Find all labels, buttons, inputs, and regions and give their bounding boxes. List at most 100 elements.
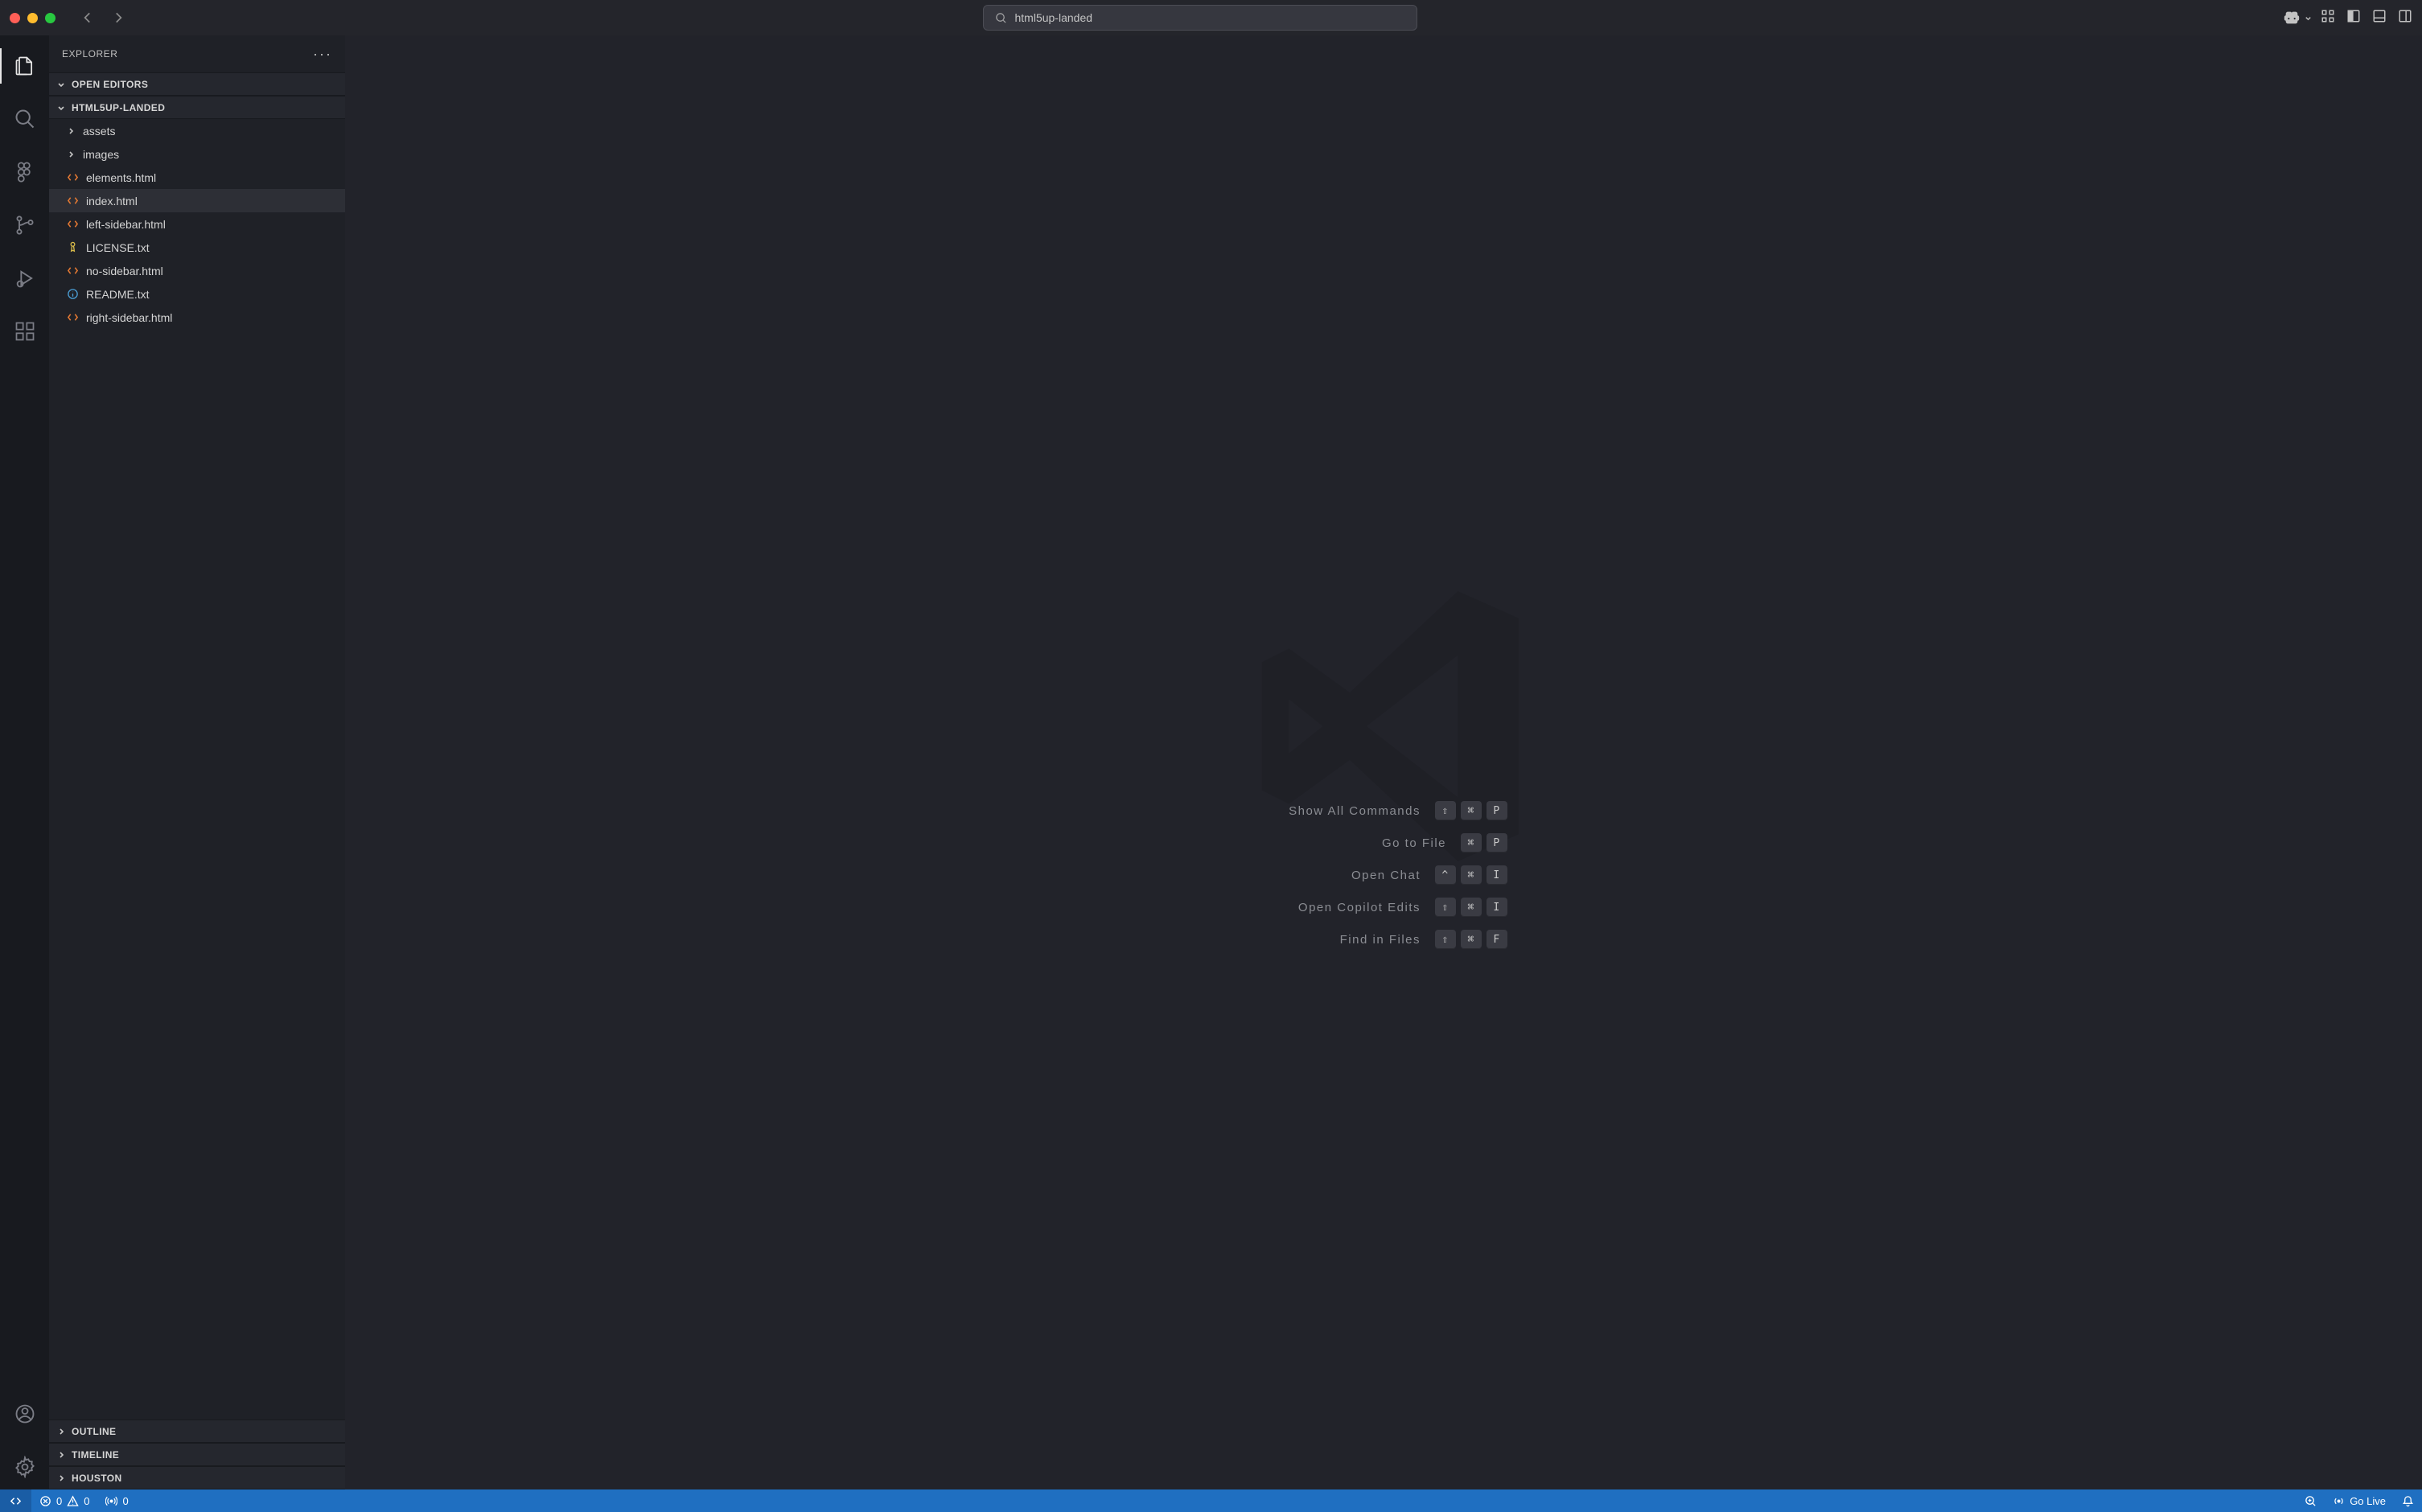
key-cap: ⌘: [1461, 801, 1482, 820]
sidebar-title: EXPLORER: [62, 48, 117, 60]
chevron-right-icon: [56, 1449, 67, 1461]
file-label: right-sidebar.html: [86, 311, 172, 324]
chevron-right-icon: [56, 1426, 67, 1437]
window-controls: [10, 13, 56, 23]
activity-bar: [0, 35, 49, 1489]
key-cap: ⇧: [1435, 898, 1456, 917]
broadcast-icon: [2333, 1495, 2345, 1507]
file-elements-html[interactable]: elements.html: [49, 166, 345, 189]
sidebar-header: EXPLORER ···: [49, 35, 345, 72]
shortcut-keys: ⇧⌘P: [1435, 801, 1507, 820]
key-file-icon: [65, 241, 80, 253]
extensions-icon: [14, 320, 36, 343]
chevron-down-icon: [56, 79, 67, 90]
remote-indicator[interactable]: [0, 1489, 31, 1512]
key-cap: I: [1487, 865, 1507, 885]
golive-label: Go Live: [2350, 1495, 2386, 1507]
file-right-sidebar-html[interactable]: right-sidebar.html: [49, 306, 345, 329]
status-golive[interactable]: Go Live: [2325, 1489, 2394, 1512]
html-file-icon: [65, 218, 80, 230]
key-cap: P: [1487, 833, 1507, 853]
minimize-window-button[interactable]: [27, 13, 38, 23]
activity-source-control[interactable]: [0, 203, 49, 248]
key-cap: ^: [1435, 865, 1456, 885]
file-no-sidebar-html[interactable]: no-sidebar.html: [49, 259, 345, 282]
warning-count: 0: [84, 1495, 89, 1507]
status-notifications[interactable]: [2394, 1489, 2422, 1512]
section-project[interactable]: HTML5UP-LANDED: [49, 96, 345, 119]
file-index-html[interactable]: index.html: [49, 189, 345, 212]
file-README-txt[interactable]: README.txt: [49, 282, 345, 306]
status-problems[interactable]: 0 0: [31, 1489, 97, 1512]
debug-icon: [14, 267, 36, 290]
nav-back-button[interactable]: [80, 10, 96, 26]
sidebar-more-button[interactable]: ···: [313, 46, 332, 63]
chevron-down-icon: [2304, 14, 2313, 23]
folder-label: assets: [83, 125, 115, 138]
key-cap: ⌘: [1461, 930, 1482, 949]
toggle-secondary-sidebar-button[interactable]: [2398, 9, 2412, 27]
search-text: html5up-landed: [1015, 11, 1093, 24]
nav-arrows: [80, 10, 126, 26]
bell-icon: [2402, 1495, 2414, 1507]
folder-images[interactable]: images: [49, 142, 345, 166]
section-label: OPEN EDITORS: [72, 79, 148, 90]
source-control-icon: [14, 214, 36, 236]
close-window-button[interactable]: [10, 13, 20, 23]
activity-accounts[interactable]: [0, 1391, 49, 1436]
html-file-icon: [65, 265, 80, 277]
section-outline[interactable]: OUTLINE: [49, 1420, 345, 1443]
section-open-editors[interactable]: OPEN EDITORS: [49, 72, 345, 96]
activity-explorer[interactable]: [0, 43, 49, 88]
copilot-icon: [2283, 9, 2301, 27]
status-feedback[interactable]: [2297, 1489, 2325, 1512]
command-center-search[interactable]: html5up-landed: [983, 5, 1417, 31]
status-bar: 0 0 0 Go Live: [0, 1489, 2422, 1512]
shortcut-row: Go to File ⌘P: [1260, 833, 1507, 853]
toggle-primary-sidebar-button[interactable]: [2346, 9, 2361, 27]
layout-customize-button[interactable]: [2321, 9, 2335, 27]
section-label: OUTLINE: [72, 1426, 116, 1437]
status-ports[interactable]: 0: [97, 1489, 136, 1512]
file-label: left-sidebar.html: [86, 218, 166, 231]
copilot-menu[interactable]: [2283, 9, 2313, 27]
info-file-icon: [65, 288, 80, 300]
gear-icon: [14, 1456, 36, 1478]
chevron-right-icon: [56, 1473, 67, 1484]
file-label: index.html: [86, 195, 138, 207]
chevron-right-icon: [65, 126, 76, 136]
shortcut-label: Go to File: [1285, 836, 1446, 850]
key-cap: ⌘: [1461, 898, 1482, 917]
toggle-panel-button[interactable]: [2372, 9, 2387, 27]
remote-icon: [10, 1495, 22, 1507]
shortcut-row: Find in Files⇧⌘F: [1260, 930, 1507, 949]
key-cap: F: [1487, 930, 1507, 949]
section-timeline[interactable]: TIMELINE: [49, 1443, 345, 1466]
shortcut-label: Open Copilot Edits: [1260, 901, 1421, 914]
zoom-icon: [2305, 1495, 2317, 1507]
file-left-sidebar-html[interactable]: left-sidebar.html: [49, 212, 345, 236]
activity-settings[interactable]: [0, 1444, 49, 1489]
section-houston[interactable]: HOUSTON: [49, 1466, 345, 1489]
file-label: elements.html: [86, 171, 156, 184]
file-LICENSE-txt[interactable]: LICENSE.txt: [49, 236, 345, 259]
shortcut-row: Show All Commands⇧⌘P: [1260, 801, 1507, 820]
search-icon: [14, 108, 36, 130]
activity-extensions[interactable]: [0, 309, 49, 354]
activity-search[interactable]: [0, 97, 49, 142]
nav-forward-button[interactable]: [110, 10, 126, 26]
activity-figma[interactable]: [0, 150, 49, 195]
html-file-icon: [65, 171, 80, 183]
error-icon: [39, 1495, 51, 1507]
warning-icon: [67, 1495, 79, 1507]
account-icon: [14, 1403, 36, 1425]
shortcut-keys: ⌘P: [1461, 833, 1507, 853]
explorer-sidebar: EXPLORER ··· OPEN EDITORS HTML5UP-LANDED…: [49, 35, 345, 1489]
activity-run-debug[interactable]: [0, 256, 49, 301]
shortcut-row: Open Chat^⌘I: [1260, 865, 1507, 885]
maximize-window-button[interactable]: [45, 13, 56, 23]
key-cap: P: [1487, 801, 1507, 820]
shortcut-label: Show All Commands: [1260, 804, 1421, 818]
folder-assets[interactable]: assets: [49, 119, 345, 142]
file-tree: assets images elements.html index.html left-…: [49, 119, 345, 329]
